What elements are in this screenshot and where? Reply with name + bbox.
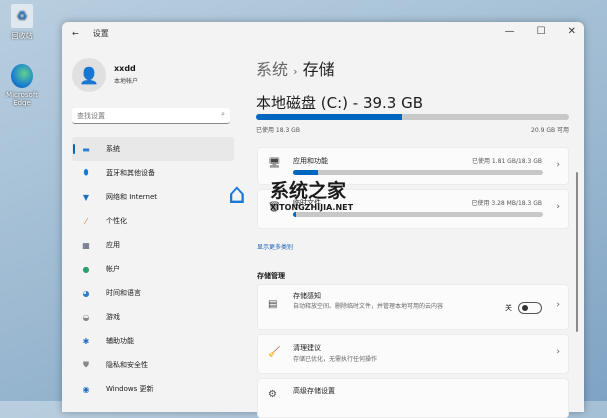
broom-icon: 🧹 bbox=[268, 347, 281, 358]
nav-icon: ▼ bbox=[82, 192, 90, 202]
used-label: 已使用 18.3 GB bbox=[256, 127, 300, 134]
chevron-right-icon: › bbox=[556, 300, 560, 310]
storage-management-heading: 存储管理 bbox=[257, 272, 285, 280]
chevron-right-icon: › bbox=[556, 202, 560, 212]
breadcrumb: 系统 › 存储 bbox=[256, 60, 335, 79]
show-more-categories-link[interactable]: 显示更多类别 bbox=[257, 242, 293, 251]
gear-icon: ⚙ bbox=[268, 389, 277, 400]
desktop-icon-edge[interactable]: Microsoft Edge bbox=[0, 64, 44, 107]
minimize-button[interactable]: — bbox=[505, 26, 515, 37]
nav-icon: ◕ bbox=[82, 288, 90, 298]
sidebar-item[interactable]: ▬ 系统 bbox=[72, 137, 234, 161]
sidebar-item[interactable]: ⬮ 蓝牙和其他设备 bbox=[72, 161, 234, 185]
sidebar-item[interactable]: ● 帐户 bbox=[72, 257, 234, 281]
recycle-bin-icon: ♻ bbox=[11, 4, 33, 28]
avatar[interactable]: 👤 bbox=[72, 58, 106, 92]
free-label: 20.9 GB 可用 bbox=[531, 127, 569, 134]
storage-sense-toggle[interactable] bbox=[518, 302, 542, 314]
search-input[interactable]: 查找设置 ⌕ bbox=[72, 108, 230, 124]
nav-icon: ⬮ bbox=[83, 168, 89, 177]
sidebar-item[interactable]: ⁄ 个性化 bbox=[72, 209, 234, 233]
chevron-right-icon: › bbox=[556, 160, 560, 170]
advanced-storage-settings[interactable]: ⚙ 高级存储设置 bbox=[257, 378, 569, 418]
edge-icon bbox=[11, 64, 33, 88]
sidebar-item[interactable]: ◉ Windows 更新 bbox=[72, 377, 234, 401]
user-icon: 👤 bbox=[79, 65, 99, 85]
cleanup-recommendations[interactable]: 🧹 清理建议 存储已优化，无需执行任何操作 › bbox=[257, 334, 569, 374]
sidebar-item[interactable]: ⛊ 隐私和安全性 bbox=[72, 353, 234, 377]
sidebar-item[interactable]: ◕ 时间和语言 bbox=[72, 281, 234, 305]
nav-icon: ✱ bbox=[82, 336, 90, 346]
nav-icon: ◒ bbox=[82, 312, 90, 322]
maximize-button[interactable]: ☐ bbox=[537, 26, 546, 37]
user-name: xxdd bbox=[114, 64, 136, 73]
desktop-icon-recycle-bin[interactable]: ♻ 回收站 bbox=[0, 4, 44, 41]
disk-usage-bar bbox=[256, 114, 569, 120]
settings-window: ← 设置 — ☐ ✕ 👤 xxdd 本地帐户 查找设置 ⌕ ▬ 系统 ⬮ 蓝牙和其他设备 ▼… bbox=[62, 22, 584, 418]
scrollbar[interactable] bbox=[576, 172, 578, 332]
close-button[interactable]: ✕ bbox=[568, 26, 576, 37]
watermark-logo-icon: ⌂ bbox=[228, 177, 246, 210]
nav-icon: ⛊ bbox=[83, 360, 89, 369]
sidebar-item[interactable]: ◒ 游戏 bbox=[72, 305, 234, 329]
chevron-right-icon: › bbox=[556, 347, 560, 357]
category-usage-bar bbox=[293, 212, 543, 217]
storage-icon: ▤ bbox=[268, 299, 278, 310]
sidebar-item[interactable]: ▼ 网络和 Internet bbox=[72, 185, 234, 209]
sidebar-item[interactable]: ▦ 应用 bbox=[72, 233, 234, 257]
nav-icon: ▦ bbox=[82, 240, 90, 250]
category-usage-bar bbox=[293, 170, 543, 175]
breadcrumb-parent[interactable]: 系统 bbox=[256, 60, 288, 79]
watermark: ⌂ 系统之家 XITONGZHIJIA.NET bbox=[228, 177, 354, 212]
disk-title: 本地磁盘 (C:) - 39.3 GB bbox=[256, 94, 424, 112]
window-title: 设置 bbox=[92, 29, 109, 38]
nav-icon: ⁄ bbox=[85, 216, 87, 226]
nav-icon: ◉ bbox=[82, 384, 90, 394]
search-icon: ⌕ bbox=[221, 110, 225, 118]
nav-icon: ▬ bbox=[82, 144, 90, 154]
page-title: 存储 bbox=[302, 60, 335, 79]
storage-sense[interactable]: ▤ 存储感知 自动释放空间、删除临时文件，并管理本地可用的云内容 关 › bbox=[257, 284, 569, 330]
back-icon[interactable]: ← bbox=[72, 29, 79, 38]
apps-icon: 🖥 bbox=[268, 158, 281, 169]
sidebar-item[interactable]: ✱ 辅助功能 bbox=[72, 329, 234, 353]
nav-icon: ● bbox=[82, 264, 90, 274]
account-type: 本地帐户 bbox=[114, 78, 139, 85]
